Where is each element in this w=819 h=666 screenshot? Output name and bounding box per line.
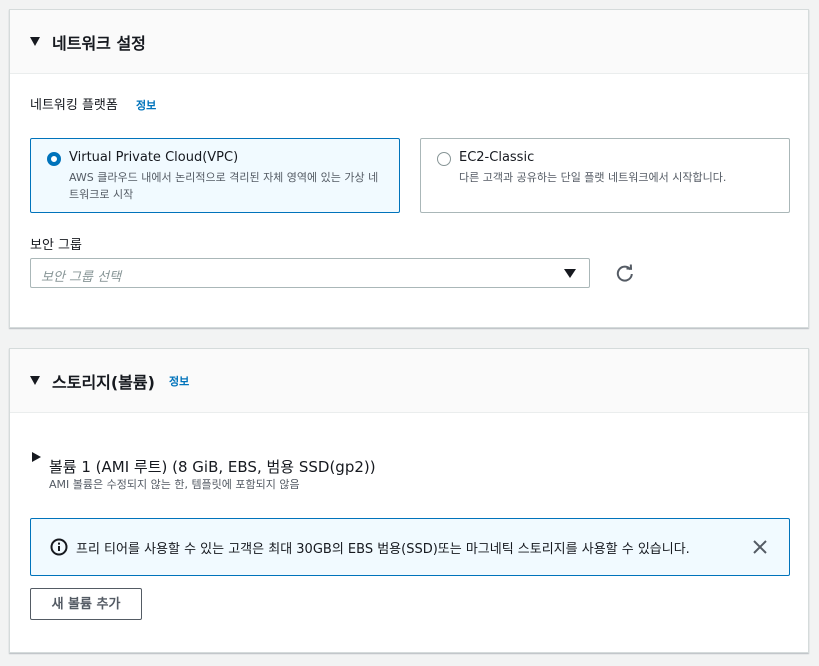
refresh-icon[interactable] <box>615 263 635 283</box>
network-settings-panel: 네트워크 설정 네트워킹 플랫폼 정보 Virtual Private Clou… <box>9 9 809 328</box>
close-icon[interactable] <box>751 538 769 556</box>
platform-label-row: 네트워킹 플랫폼 정보 <box>30 94 156 113</box>
storage-info-link[interactable]: 정보 <box>169 373 189 389</box>
add-volume-button[interactable]: 새 볼륨 추가 <box>30 588 142 620</box>
platform-label: 네트워킹 플랫폼 <box>30 98 118 113</box>
vpc-option-desc: AWS 클라우드 내에서 논리적으로 격리된 자체 영역에 있는 가상 네트워크… <box>69 171 379 201</box>
security-group-label: 보안 그룹 <box>30 238 82 253</box>
storage-panel: 스토리지(볼륨) 정보 볼륨 1 (AMI 루트) (8 GiB, EBS, 범… <box>9 348 809 653</box>
security-group-select[interactable]: 보안 그룹 선택 <box>30 258 590 288</box>
vpc-option-tile[interactable]: Virtual Private Cloud(VPC) AWS 클라우드 내에서 … <box>30 138 400 213</box>
storage-title: 스토리지(볼륨) <box>52 372 155 392</box>
caret-down-icon[interactable] <box>30 37 40 46</box>
free-tier-alert: 프리 티어를 사용할 수 있는 고객은 최대 30GB의 EBS 범용(SSD)… <box>30 518 790 576</box>
info-icon <box>50 538 68 556</box>
ec2-classic-radio[interactable] <box>437 152 451 166</box>
ec2-classic-option-tile[interactable]: EC2-Classic 다른 고객과 공유하는 단일 플랫 네트워크에서 시작합… <box>420 138 790 213</box>
security-group-placeholder: 보안 그룹 선택 <box>41 270 122 285</box>
volume-1-note: AMI 볼륨은 수정되지 않는 한, 템플릿에 포함되지 않음 <box>49 478 300 491</box>
ec2-classic-option-desc: 다른 고객과 공유하는 단일 플랫 네트워크에서 시작합니다. <box>459 171 727 184</box>
network-settings-header[interactable]: 네트워크 설정 <box>10 10 808 74</box>
storage-header[interactable]: 스토리지(볼륨) 정보 <box>10 349 808 413</box>
dropdown-caret-icon[interactable] <box>564 269 576 278</box>
platform-info-link[interactable]: 정보 <box>136 99 156 112</box>
vpc-radio[interactable] <box>47 152 61 166</box>
caret-down-icon[interactable] <box>30 376 40 385</box>
volume-1-title[interactable]: 볼륨 1 (AMI 루트) (8 GiB, EBS, 범용 SSD(gp2)) <box>49 456 376 477</box>
ec2-classic-option-title: EC2-Classic <box>459 150 535 165</box>
free-tier-alert-text: 프리 티어를 사용할 수 있는 고객은 최대 30GB의 EBS 범용(SSD)… <box>76 542 690 557</box>
network-settings-title: 네트워크 설정 <box>52 33 146 53</box>
vpc-option-title: Virtual Private Cloud(VPC) <box>69 150 239 165</box>
caret-right-icon[interactable] <box>32 452 41 462</box>
